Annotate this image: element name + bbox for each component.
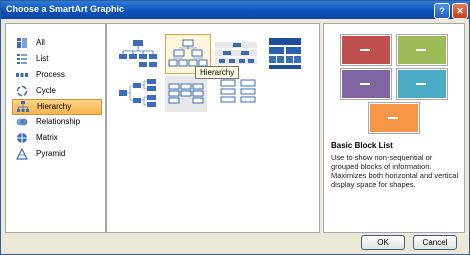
preview-block bbox=[397, 35, 447, 65]
list-icon bbox=[17, 54, 27, 64]
layout-tooltip: Hierarchy bbox=[195, 66, 240, 79]
category-label: Matrix bbox=[36, 133, 58, 142]
preview-block bbox=[397, 69, 447, 99]
layout-thumbnail[interactable] bbox=[165, 76, 207, 112]
hierarchy-icon bbox=[17, 101, 29, 112]
cycle-icon bbox=[16, 85, 28, 97]
help-button[interactable]: ? bbox=[434, 3, 450, 19]
preview-description: Use to show non-sequential or grouped bl… bbox=[331, 153, 459, 189]
preview-block bbox=[369, 103, 419, 133]
relationship-icon bbox=[16, 118, 28, 126]
cancel-button[interactable]: Cancel bbox=[413, 235, 457, 250]
all-icon bbox=[17, 38, 27, 48]
table-hierarchy-icon bbox=[269, 38, 301, 69]
title-bar[interactable]: Choose a SmartArt Graphic ? ✕ bbox=[1, 1, 469, 19]
category-item-list[interactable]: List bbox=[12, 52, 100, 66]
matrix-icon bbox=[17, 133, 27, 143]
close-button[interactable]: ✕ bbox=[452, 3, 468, 19]
process-icon bbox=[16, 73, 28, 77]
smartart-dialog: Choose a SmartArt Graphic ? ✕ All List P… bbox=[0, 0, 470, 255]
layout-gallery: Hierarchy bbox=[106, 23, 320, 233]
preview-panel: Basic Block List Use to show non-sequent… bbox=[323, 23, 465, 233]
layout-thumbnail[interactable] bbox=[263, 36, 307, 72]
category-item-matrix[interactable]: Matrix bbox=[12, 131, 100, 145]
category-label: All bbox=[36, 38, 45, 47]
pyramid-icon bbox=[16, 148, 28, 160]
category-item-relationship[interactable]: Relationship bbox=[12, 115, 100, 129]
preview-block bbox=[341, 69, 391, 99]
layout-thumbnail[interactable] bbox=[117, 36, 159, 72]
ok-button[interactable]: OK bbox=[361, 235, 405, 250]
vertical-hierarchy-icon bbox=[220, 79, 256, 103]
category-item-process[interactable]: Process bbox=[12, 68, 100, 82]
category-item-hierarchy[interactable]: Hierarchy bbox=[12, 99, 102, 115]
category-item-cycle[interactable]: Cycle bbox=[12, 84, 100, 98]
category-item-all[interactable]: All bbox=[12, 36, 100, 50]
organization-chart-icon bbox=[119, 40, 157, 67]
layout-thumbnail[interactable] bbox=[117, 76, 159, 112]
layout-thumbnail[interactable] bbox=[217, 74, 259, 110]
category-label: Pyramid bbox=[36, 149, 66, 158]
category-label: Hierarchy bbox=[37, 102, 72, 111]
category-label: Relationship bbox=[36, 117, 81, 126]
category-item-pyramid[interactable]: Pyramid bbox=[12, 147, 100, 161]
hierarchy-list-icon bbox=[165, 76, 207, 112]
category-label: Cycle bbox=[36, 86, 57, 95]
preview-block bbox=[341, 35, 391, 65]
category-label: List bbox=[36, 54, 49, 63]
category-label: Process bbox=[36, 70, 65, 79]
dialog-title: Choose a SmartArt Graphic bbox=[6, 4, 125, 14]
category-list: All List Process Cycle Hierarchy Relatio… bbox=[5, 23, 106, 233]
preview-title: Basic Block List bbox=[331, 141, 393, 150]
horizontal-hierarchy-icon bbox=[119, 79, 156, 107]
